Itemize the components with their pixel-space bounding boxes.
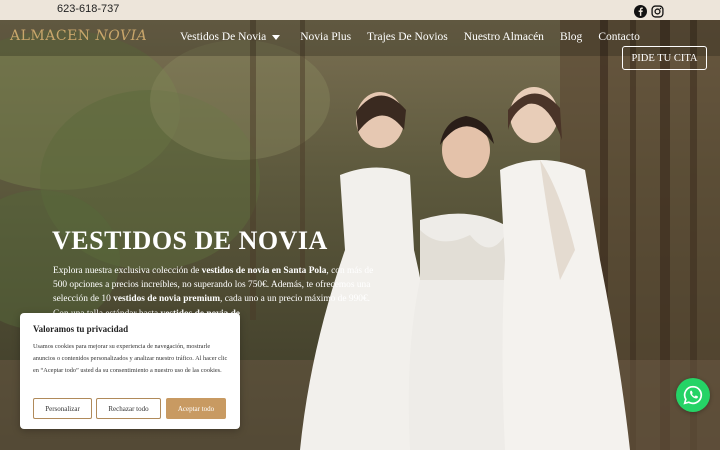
cookie-title: Valoramos tu privacidad (33, 324, 129, 334)
nav-item-contacto[interactable]: Contacto (598, 31, 640, 43)
logo-text-script: NOVIA (95, 28, 148, 44)
intro-premium: vestidos de novia premium (113, 294, 221, 305)
page-title: VESTIDOS DE NOVIA (52, 226, 328, 255)
book-appointment-button[interactable]: PIDE TU CITA (622, 46, 707, 70)
main-nav: ALMACEN NOVIA Vestidos De Novia Novia Pl… (0, 20, 720, 70)
nav-item-vestidos-de-novia[interactable]: Vestidos De Novia (180, 31, 281, 43)
nav-item-nuestro-almacen[interactable]: Nuestro Almacén (464, 31, 544, 43)
intro-link-santa-pola: vestidos de novia en Santa Pola (201, 266, 327, 276)
nav-item-label: Vestidos De Novia (180, 31, 267, 43)
intro-segment: Explora nuestra exclusiva colección de (53, 266, 202, 276)
whatsapp-button[interactable] (676, 378, 710, 412)
facebook-icon[interactable] (634, 3, 647, 18)
top-bar: 623-618-737 (0, 0, 720, 20)
menu: Vestidos De Novia Novia Plus Trajes De N… (180, 31, 640, 43)
social-links (634, 3, 664, 18)
customize-cookies-button[interactable]: Personalizar (33, 398, 92, 419)
cookie-description: Usamos cookies para mejorar su experienc… (33, 343, 228, 374)
accept-all-button[interactable]: Aceptar todo (166, 398, 226, 419)
site-logo[interactable]: ALMACEN NOVIA (10, 28, 147, 44)
phone-number[interactable]: 623-618-737 (57, 3, 119, 15)
chevron-down-icon[interactable] (272, 34, 281, 40)
cookie-consent-banner: Valoramos tu privacidad Usamos cookies p… (20, 313, 240, 429)
nav-item-trajes-de-novios[interactable]: Trajes De Novios (367, 31, 448, 43)
reject-all-button[interactable]: Rechazar todo (96, 398, 161, 419)
nav-item-blog[interactable]: Blog (560, 31, 582, 43)
whatsapp-icon (683, 385, 703, 405)
nav-item-novia-plus[interactable]: Novia Plus (300, 31, 351, 43)
instagram-icon[interactable] (651, 3, 664, 18)
logo-text-primary: ALMACEN (10, 28, 91, 44)
